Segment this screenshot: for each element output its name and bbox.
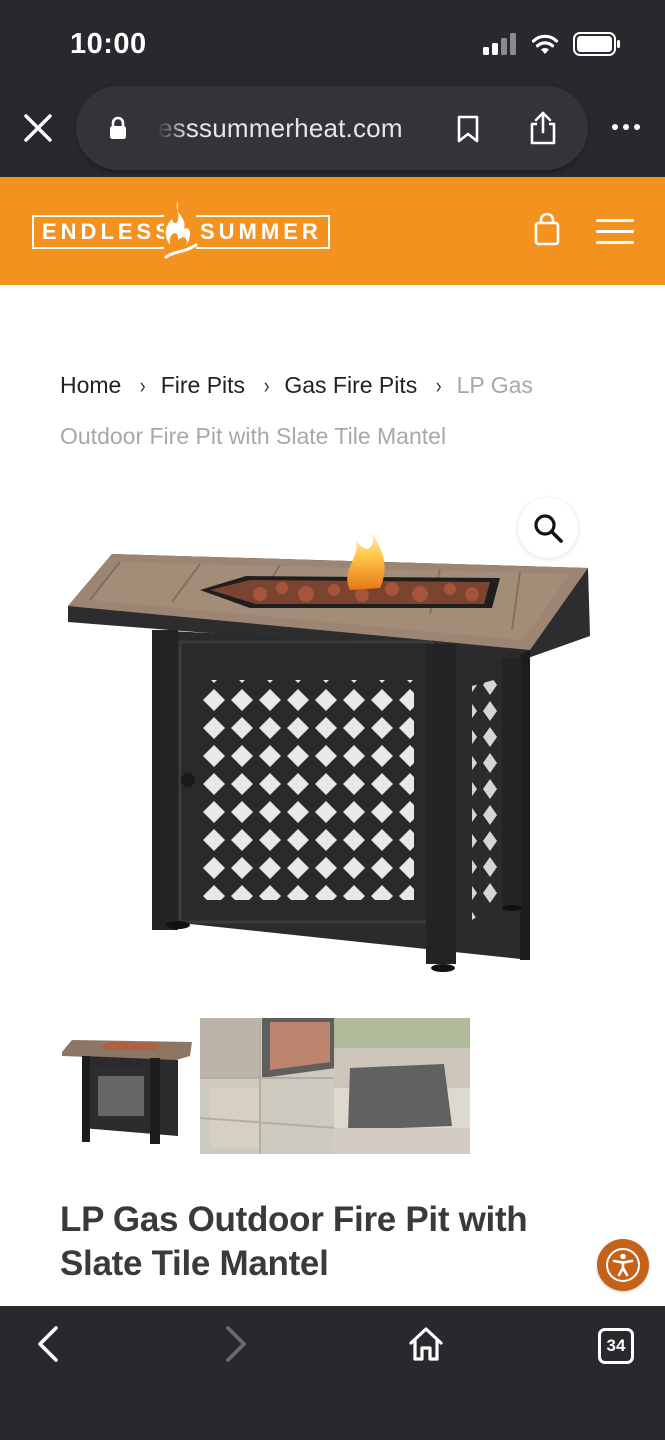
accessibility-icon [606,1248,640,1282]
url-field[interactable]: esssummerheat.com [76,86,588,170]
product-thumbnails [60,1018,470,1154]
product-main-image[interactable] [60,490,600,990]
hamburger-menu-icon[interactable] [596,219,634,245]
shopping-bag-icon[interactable] [533,213,561,247]
site-logo[interactable]: ENDLESS SUMMER [32,199,332,261]
close-icon [24,114,52,142]
status-bar: 10:00 [0,0,665,82]
logo-word-left: ENDLESS [42,219,174,244]
zoom-button[interactable] [518,498,578,558]
bookmark-icon[interactable] [456,114,480,144]
breadcrumb-separator: › [263,373,270,398]
status-time: 10:00 [70,28,147,60]
breadcrumb-separator: › [140,373,146,398]
thumbnail-fire-pit[interactable] [60,1018,196,1154]
status-icons [483,32,621,56]
battery-icon [573,32,620,56]
site-header: ENDLESS SUMMER [0,177,665,285]
flame-icon [164,201,198,259]
breadcrumb: Home › Fire Pits › Gas Fire Pits › LP Gas Outd… [60,360,600,461]
signal-icon [483,33,516,55]
forward-icon[interactable] [222,1324,250,1364]
close-tab-button[interactable] [20,110,56,146]
thumbnail-slate-tile[interactable] [200,1018,336,1154]
breadcrumb-gas-fire-pits[interactable]: Gas Fire Pits [284,372,417,398]
more-icon[interactable] [612,124,640,130]
url-fade [158,106,188,150]
accessibility-button[interactable] [597,1239,649,1291]
breadcrumb-home[interactable]: Home [60,372,121,398]
lock-icon [110,116,126,139]
product-title: LP Gas Outdoor Fire Pit with Slate Tile … [60,1200,528,1283]
breadcrumb-separator: › [436,373,442,398]
logo-word-right: SUMMER [200,219,322,244]
share-icon[interactable] [528,110,558,146]
breadcrumb-fire-pits[interactable]: Fire Pits [161,372,245,398]
browser-toolbar: 34 [0,1306,665,1440]
back-icon[interactable] [34,1324,62,1364]
url-text: esssummerheat.com [158,113,403,143]
thumbnail-cover[interactable] [334,1018,470,1154]
tabs-icon[interactable]: 34 [598,1328,634,1364]
home-icon[interactable] [406,1324,446,1364]
search-icon [534,514,563,543]
phone-screen: 10:00 esssummerheat.com ENDLESS SUMMER H… [0,0,665,1440]
wifi-icon [531,34,559,54]
browser-address-bar: esssummerheat.com [0,82,665,177]
